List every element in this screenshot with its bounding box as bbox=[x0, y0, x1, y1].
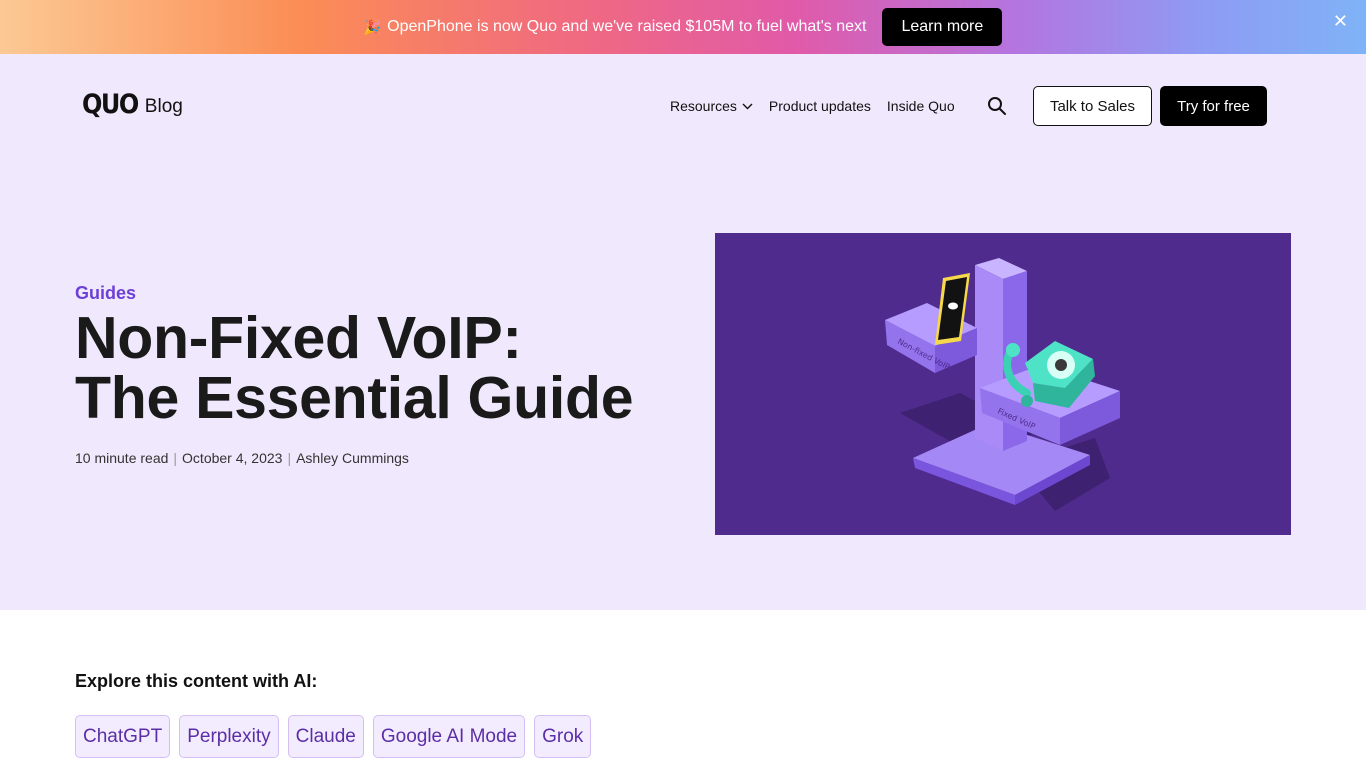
handset-earpiece bbox=[1006, 343, 1020, 357]
pillar-front bbox=[975, 265, 1003, 451]
explore-ai-title: Explore this content with AI: bbox=[75, 671, 318, 691]
nav-resources-label: Resources bbox=[670, 98, 737, 114]
announcement-text-group: 🎉 OpenPhone is now Quo and we've raised … bbox=[364, 18, 867, 36]
meta-separator: | bbox=[287, 450, 292, 466]
chevron-down-icon bbox=[742, 103, 753, 109]
search-icon[interactable] bbox=[987, 96, 1007, 116]
announcement-text: OpenPhone is now Quo and we've raised $1… bbox=[387, 18, 867, 35]
logo-wordmark: QUO bbox=[82, 88, 139, 120]
nav-resources[interactable]: Resources bbox=[670, 98, 753, 114]
nav-inside-quo[interactable]: Inside Quo bbox=[887, 98, 955, 114]
handset-mouthpiece bbox=[1021, 395, 1033, 407]
logo[interactable]: QUO Blog bbox=[82, 88, 183, 120]
hero-section: QUO Blog Resources Product updates Insid… bbox=[0, 54, 1366, 610]
hero-illustration: Non-fixed VoIP Fixed VoIP bbox=[715, 233, 1291, 535]
nav-product-updates[interactable]: Product updates bbox=[769, 98, 871, 114]
close-icon[interactable]: ✕ bbox=[1333, 12, 1348, 30]
ai-option-google-ai-mode[interactable]: Google AI Mode bbox=[372, 715, 526, 758]
ai-options-row: ChatGPT Perplexity Claude Google AI Mode… bbox=[75, 715, 592, 758]
article-category[interactable]: Guides bbox=[75, 283, 136, 304]
title-line-2: The Essential Guide bbox=[75, 365, 634, 431]
title-line-1: Non-Fixed VoIP: bbox=[75, 305, 522, 371]
rotary-dial-center bbox=[1055, 359, 1067, 371]
logo-blog-label: Blog bbox=[144, 96, 183, 117]
article-meta: 10 minute read | October 4, 2023 | Ashle… bbox=[75, 450, 409, 466]
announcement-bar: 🎉 OpenPhone is now Quo and we've raised … bbox=[0, 0, 1366, 54]
scale-illustration: Non-fixed VoIP Fixed VoIP bbox=[885, 258, 1120, 511]
ai-option-claude[interactable]: Claude bbox=[287, 715, 364, 758]
author-name[interactable]: Ashley Cummings bbox=[296, 450, 409, 466]
publish-date: October 4, 2023 bbox=[182, 450, 283, 466]
party-popper-icon: 🎉 bbox=[363, 18, 382, 35]
ai-option-perplexity[interactable]: Perplexity bbox=[179, 715, 279, 758]
ai-option-chatgpt[interactable]: ChatGPT bbox=[75, 715, 171, 758]
ai-option-grok[interactable]: Grok bbox=[534, 715, 592, 758]
learn-more-button[interactable]: Learn more bbox=[882, 8, 1003, 46]
meta-separator: | bbox=[173, 450, 178, 466]
talk-to-sales-button[interactable]: Talk to Sales bbox=[1033, 86, 1152, 126]
try-for-free-button[interactable]: Try for free bbox=[1160, 86, 1267, 126]
smartphone-icon bbox=[948, 302, 958, 310]
main-nav: Resources Product updates Inside Quo bbox=[670, 98, 955, 114]
page-title: Non-Fixed VoIP: The Essential Guide bbox=[75, 308, 695, 428]
read-time: 10 minute read bbox=[75, 450, 169, 466]
